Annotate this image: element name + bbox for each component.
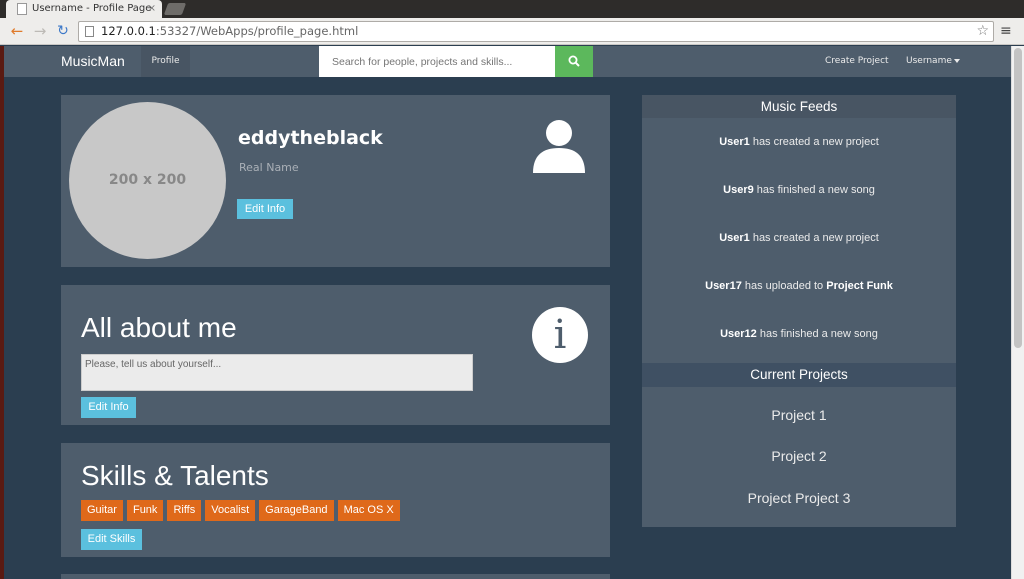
feed-text: has uploaded to [741,280,827,292]
search-input[interactable] [319,46,555,77]
skill-tag[interactable]: Riffs [167,500,202,521]
about-textarea[interactable]: Please, tell us about yourself... [81,354,473,391]
feed-text: has created a new project [749,136,879,148]
feed-user[interactable]: User1 [719,232,750,244]
create-project-link[interactable]: Create Project [825,46,889,77]
app-navbar: MusicMan Profile Create Project Username [4,46,1011,77]
avatar-placeholder: 200 x 200 [69,102,226,259]
tab-title: Username - Profile Page [32,3,152,14]
project-link[interactable]: Project Project 3 [642,490,956,506]
skill-tag[interactable]: GarageBand [259,500,334,521]
edit-info-button[interactable]: Edit Info [237,199,293,219]
back-arrow-icon[interactable]: ← [8,22,26,40]
project-link[interactable]: Project 1 [642,407,956,423]
feed-text: has finished a new song [753,184,875,196]
user-menu-label: Username [906,56,952,66]
feed-user[interactable]: User12 [720,328,757,340]
forward-arrow-icon[interactable]: → [31,22,49,40]
profile-username: eddytheblack [238,127,383,149]
current-projects-panel: Project 1 Project 2 Project Project 3 [642,387,956,527]
skills-tag-list: Guitar Funk Riffs Vocalist GarageBand Ma… [81,500,400,521]
scrollbar-thumb[interactable] [1014,48,1022,348]
caret-down-icon [953,58,960,63]
feed-text: has created a new project [749,232,879,244]
browser-menu-icon[interactable]: ≡ [1000,22,1012,40]
nav-profile-link[interactable]: Profile [141,46,190,77]
feed-user[interactable]: User17 [705,280,742,292]
search-icon [568,55,580,67]
feed-text: has finished a new song [756,328,878,340]
page-icon [85,26,94,37]
music-feeds-panel: Music Feeds User1 has created a new proj… [642,95,956,363]
feed-user[interactable]: User1 [719,136,750,148]
feed-item: User17 has uploaded to Project Funk [642,280,956,292]
feed-item: User12 has finished a new song [642,328,956,340]
feed-project-link[interactable]: Project Funk [826,280,893,292]
page-scrollbar[interactable] [1011,46,1024,579]
user-icon [533,120,585,173]
new-tab-button[interactable] [163,3,187,15]
user-menu-dropdown[interactable]: Username [906,46,960,77]
window-edge [0,46,4,579]
search-button[interactable] [555,46,593,77]
edit-skills-button[interactable]: Edit Skills [81,529,142,550]
feed-user[interactable]: User9 [723,184,754,196]
feed-item: User9 has finished a new song [642,184,956,196]
brand-logo[interactable]: MusicMan [61,46,125,77]
music-feeds-title: Music Feeds [642,95,956,118]
profile-real-name: Real Name [239,161,299,174]
feed-item: User1 has created a new project [642,136,956,148]
next-panel-partial [61,574,610,579]
skills-title: Skills & Talents [81,460,269,491]
project-link[interactable]: Project 2 [642,448,956,464]
skills-panel: Skills & Talents Guitar Funk Riffs Vocal… [61,443,610,557]
address-bar[interactable]: 127.0.0.1:53327/WebApps/profile_page.htm… [78,21,994,42]
reload-icon[interactable]: ↻ [54,22,72,40]
url-host: 127.0.0.1 [101,24,156,38]
page-favicon-icon [17,3,27,15]
about-panel: All about me Please, tell us about yours… [61,285,610,425]
about-edit-info-button[interactable]: Edit Info [81,397,136,418]
url-text: 127.0.0.1:53327/WebApps/profile_page.htm… [101,22,358,41]
feed-item: User1 has created a new project [642,232,956,244]
skill-tag[interactable]: Mac OS X [337,500,400,521]
skill-tag[interactable]: Vocalist [205,500,256,521]
current-projects-title: Current Projects [642,363,956,387]
skill-tag[interactable]: Funk [126,500,164,521]
skill-tag[interactable]: Guitar [81,500,123,521]
url-path: :53327/WebApps/profile_page.html [155,24,359,38]
profile-panel: 200 x 200 eddytheblack Real Name Edit In… [61,95,610,267]
info-icon: i [532,307,588,363]
bookmark-star-icon[interactable]: ☆ [976,22,989,41]
browser-toolbar: ← → ↻ 127.0.0.1:53327/WebApps/profile_pa… [0,18,1024,45]
browser-tabstrip: Username - Profile Page × [0,0,1024,18]
about-title: All about me [81,312,237,343]
browser-tab[interactable]: Username - Profile Page × [6,0,162,18]
tab-close-icon[interactable]: × [148,0,156,18]
